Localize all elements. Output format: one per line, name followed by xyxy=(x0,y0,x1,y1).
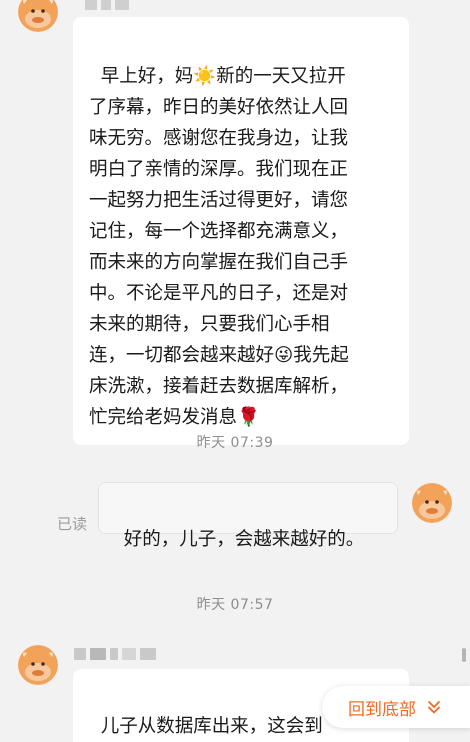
timestamp: 昨天 07:57 xyxy=(196,597,274,613)
cow-avatar-icon[interactable] xyxy=(18,0,58,32)
cow-avatar-icon[interactable] xyxy=(18,645,58,685)
read-status: 已读 xyxy=(57,515,88,533)
cow-avatar-icon[interactable] xyxy=(412,483,452,523)
sender-name-pixelated xyxy=(74,647,156,661)
message-bubble-outgoing[interactable]: 好的，儿子，会越来越好的。 xyxy=(98,482,398,550)
message-text: 早上好，妈☀️新的一天又拉开 了序幕，昨日的美好依然让人回 味无穷。感谢您在我身… xyxy=(89,66,349,428)
scrollbar[interactable] xyxy=(462,648,466,662)
message-bubble-incoming[interactable]: 早上好，妈☀️新的一天又拉开 了序幕，昨日的美好依然让人回 味无穷。感谢您在我身… xyxy=(73,17,409,445)
sender-name-pixelated xyxy=(85,0,129,10)
chevron-double-down-icon xyxy=(426,699,442,715)
timestamp: 昨天 07:39 xyxy=(196,435,274,451)
back-to-bottom-label: 回到底部 xyxy=(348,699,416,720)
message-text: 好的，儿子，会越来越好的。 xyxy=(123,529,365,550)
back-to-bottom-button[interactable]: 回到底部 xyxy=(322,686,470,728)
message-text: 儿子从数据库出来，这会到 了，老妈吃过早饭了没 xyxy=(100,716,323,737)
